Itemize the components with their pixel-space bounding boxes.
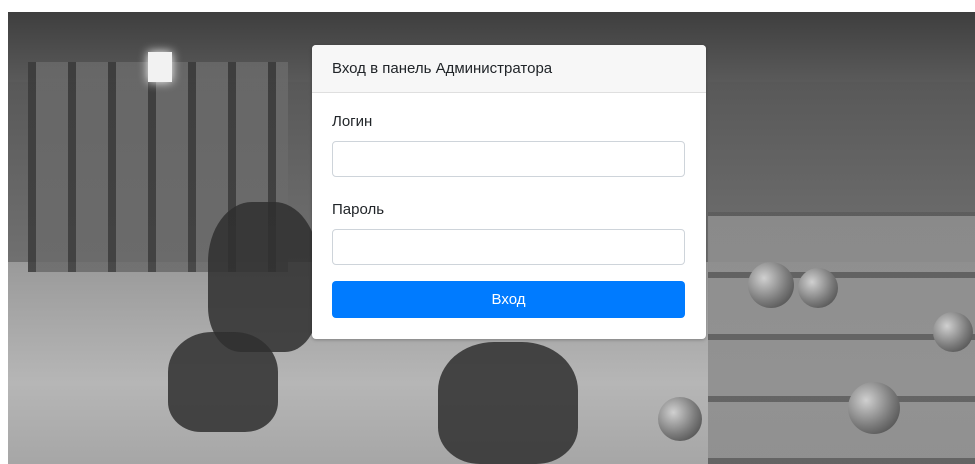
background-ball: [748, 262, 794, 308]
login-input[interactable]: [332, 141, 685, 177]
login-card-header: Вход в панель Администратора: [312, 45, 706, 93]
password-label: Пароль: [332, 201, 385, 218]
login-form: Логин Пароль Вход: [312, 93, 706, 318]
password-input[interactable]: [332, 229, 685, 265]
login-card: Вход в панель Администратора Логин Парол…: [312, 45, 706, 339]
login-card-title: Вход в панель Администратора: [332, 60, 553, 77]
background-person: [168, 332, 278, 432]
background-ball: [848, 382, 900, 434]
background-ball: [798, 268, 838, 308]
background-light: [148, 52, 172, 82]
login-submit-button[interactable]: Вход: [332, 281, 685, 318]
background-person: [438, 342, 578, 464]
background-person: [208, 202, 318, 352]
background-ball: [658, 397, 702, 441]
background-ball: [933, 312, 973, 352]
login-label: Логин: [332, 113, 373, 130]
